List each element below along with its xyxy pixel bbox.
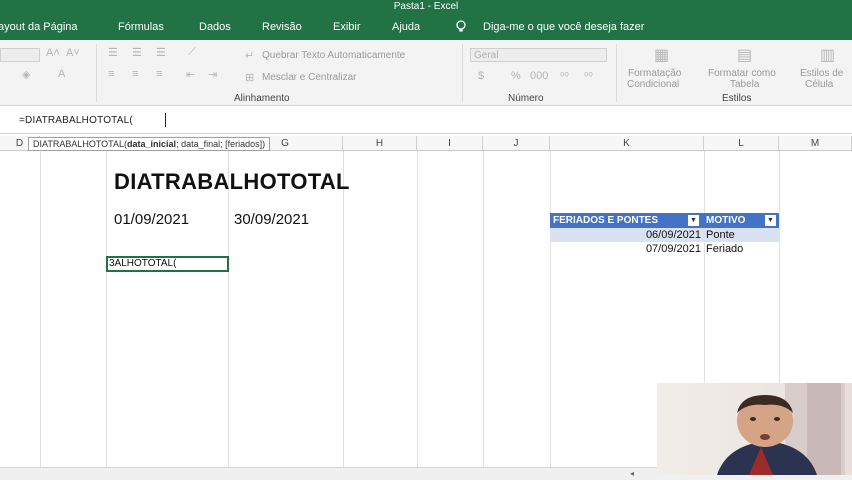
window-title: Pasta1 - Excel [393, 1, 459, 12]
holiday-date-cell[interactable]: 06/09/2021 [646, 229, 701, 241]
holiday-date-cell[interactable]: 07/09/2021 [646, 243, 701, 255]
orientation-icon[interactable]: ⟋ [188, 46, 196, 59]
outdent-icon[interactable]: ⇥ [208, 68, 217, 81]
cell-styles-line2[interactable]: Célula [805, 79, 833, 90]
decrease-decimal-icon[interactable]: ⁰⁰ [584, 70, 593, 83]
tell-me-search[interactable]: Diga-me o que você deseja fazer [483, 21, 644, 33]
cond-format-line2[interactable]: Condicional [627, 79, 679, 90]
table-row[interactable]: 06/09/2021 Ponte [550, 228, 779, 242]
header-reason: MOTIVO [706, 215, 746, 226]
active-cell-editor[interactable]: 3ALHOTOTAL( [106, 256, 229, 272]
wrap-text-icon: ↵ [245, 50, 255, 62]
header-holidays: FERIADOS E PONTES [553, 215, 659, 226]
font-size-dropdown[interactable] [0, 48, 40, 62]
gridline [483, 151, 484, 467]
column-header-l[interactable]: L [704, 136, 779, 151]
indent-icon[interactable]: ⇤ [186, 68, 195, 81]
align-middle-icon[interactable]: ☰ [132, 46, 142, 59]
decrease-font-icon[interactable]: A˅ [66, 47, 80, 59]
align-top-icon[interactable]: ☰ [108, 46, 118, 59]
merge-icon: ⊞ [245, 72, 255, 84]
column-header-h[interactable]: H [343, 136, 417, 151]
gridline [343, 151, 344, 467]
number-format-dropdown[interactable]: Geral [470, 48, 607, 62]
holiday-table-header: FERIADOS E PONTES ▼ MOTIVO ▼ [550, 213, 779, 228]
currency-icon[interactable]: $ [478, 70, 484, 82]
conditional-format-icon: ▦ [654, 47, 670, 64]
holiday-reason-cell[interactable]: Feriado [706, 243, 743, 255]
column-header-m[interactable]: M [779, 136, 852, 151]
font-color-icon[interactable]: A [58, 68, 65, 80]
comma-style-icon[interactable]: 000 [530, 70, 548, 82]
gridline [228, 151, 229, 467]
ribbon-tab-bar: ayout da Página Fórmulas Dados Revisão E… [0, 13, 852, 40]
align-right-icon[interactable]: ≡ [156, 68, 162, 80]
end-date-cell[interactable]: 30/09/2021 [234, 211, 309, 228]
alignment-group-label: Alinhamento [234, 93, 290, 104]
gridline [417, 151, 418, 467]
format-table-line2[interactable]: Tabela [730, 79, 759, 90]
cell-styles-line1[interactable]: Estilos de [800, 68, 843, 79]
tab-data[interactable]: Dados [199, 21, 231, 33]
tab-view[interactable]: Exibir [333, 21, 361, 33]
title-bar: Pasta1 - Excel [0, 0, 852, 13]
format-table-icon: ▤ [737, 47, 753, 64]
ribbon-divider [96, 44, 97, 102]
format-table-line1[interactable]: Formatar como [708, 68, 776, 79]
cond-format-line1[interactable]: Formatação [628, 68, 681, 79]
ribbon-divider [616, 44, 617, 102]
tooltip-function-name[interactable]: DIATRABALHOTOTAL( [33, 139, 127, 149]
column-header-i[interactable]: I [417, 136, 483, 151]
gridline [106, 151, 107, 467]
start-date-cell[interactable]: 01/09/2021 [114, 211, 189, 228]
scroll-left-icon[interactable]: ◂ [630, 469, 634, 478]
webcam-overlay [657, 383, 852, 475]
text-cursor-icon [165, 113, 171, 127]
tab-review[interactable]: Revisão [262, 21, 302, 33]
increase-font-icon[interactable]: A˄ [46, 47, 60, 59]
align-bottom-icon[interactable]: ☰ [156, 46, 166, 59]
tooltip-current-argument[interactable]: data_inicial [127, 139, 176, 149]
gridline [550, 151, 551, 467]
filter-dropdown-icon[interactable]: ▼ [688, 215, 699, 226]
ribbon-divider [462, 44, 463, 102]
formula-input[interactable]: =DIATRABALHOTOTAL( [19, 115, 133, 126]
presenter-image [717, 383, 845, 475]
gridline [40, 151, 41, 467]
merge-center-button[interactable]: Mesclar e Centralizar [262, 72, 356, 83]
tooltip-remaining-args: ; data_final; [feriados]) [176, 139, 266, 149]
align-left-icon[interactable]: ≡ [108, 68, 114, 80]
percent-icon[interactable]: % [511, 70, 521, 82]
cell-styles-icon: ▥ [820, 47, 836, 64]
lightbulb-icon [456, 20, 466, 32]
column-header-j[interactable]: J [483, 136, 550, 151]
tab-page-layout[interactable]: ayout da Página [0, 21, 78, 33]
styles-group-label: Estilos [722, 93, 752, 104]
number-group-label: Número [508, 93, 544, 104]
tab-formulas[interactable]: Fórmulas [118, 21, 164, 33]
holiday-reason-cell[interactable]: Ponte [706, 229, 735, 241]
function-tooltip: DIATRABALHOTOTAL(data_inicial; data_fina… [28, 137, 271, 151]
sheet-title-cell[interactable]: DIATRABALHOTOTAL [114, 169, 350, 195]
table-row[interactable]: 07/09/2021 Feriado [550, 242, 779, 256]
column-header-k[interactable]: K [550, 136, 704, 151]
align-center-icon[interactable]: ≡ [132, 68, 138, 80]
increase-decimal-icon[interactable]: ⁰⁰ [560, 70, 569, 83]
tab-help[interactable]: Ajuda [392, 21, 420, 33]
formula-bar[interactable]: =DIATRABALHOTOTAL( [0, 107, 852, 134]
ribbon: A˄ A˅ ◈ A ☰ ☰ ☰ ⟋ ≡ ≡ ≡ ⇤ ⇥ ↵ Quebrar Te… [0, 40, 852, 106]
filter-dropdown-icon[interactable]: ▼ [765, 215, 776, 226]
fill-color-icon[interactable]: ◈ [22, 68, 30, 81]
number-format-value: Geral [474, 50, 499, 61]
wrap-text-button[interactable]: Quebrar Texto Automaticamente [262, 50, 405, 61]
